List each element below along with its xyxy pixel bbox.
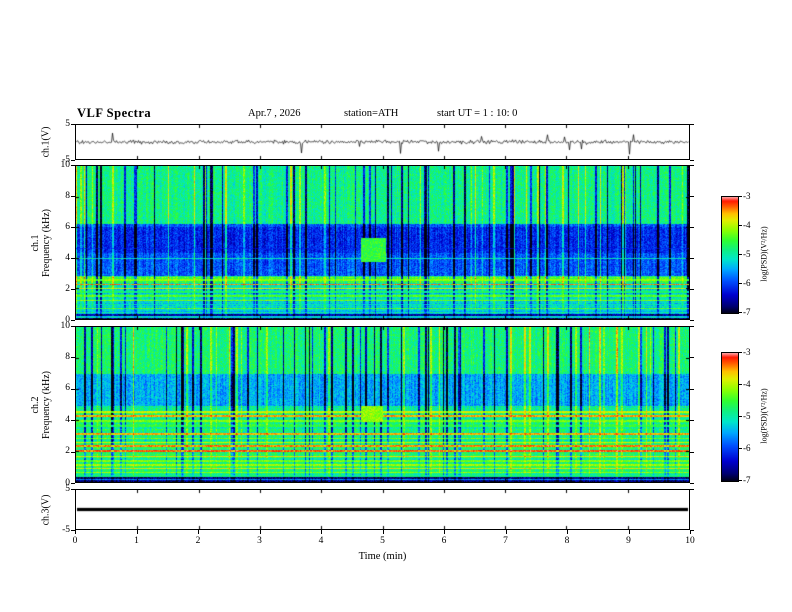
tick-mark (739, 448, 742, 449)
ch2-frequency-axis-label: ch.2 Frequency (kHz) (30, 370, 52, 438)
x-tick-label: 8 (564, 536, 570, 546)
ch2-spectrogram-canvas (76, 327, 689, 482)
time-axis-label: Time (min) (358, 551, 407, 562)
tick-mark (690, 357, 694, 358)
ch1-spectrogram-panel (75, 165, 690, 320)
x-tick-label: 6 (441, 536, 447, 546)
tick-mark (690, 124, 694, 125)
tick-mark (690, 389, 694, 390)
tick-mark (690, 420, 694, 421)
y-tick-label: -5 (62, 524, 70, 535)
x-tick-label: 1 (134, 536, 139, 546)
tick-mark (444, 530, 445, 534)
y-tick-label: 10 (60, 320, 71, 331)
x-tick-label: 0 (72, 536, 78, 546)
tick-mark (739, 254, 742, 255)
y-tick-label: 8 (65, 190, 70, 201)
ch1-colorbar-label: log(PSD)(V²/Hz) (759, 226, 769, 282)
ch2-colorbar (721, 352, 739, 482)
ch3-waveform-panel (75, 489, 690, 530)
x-tick-label: 7 (503, 536, 508, 546)
tick-mark (739, 352, 742, 353)
y-tick-label: 2 (65, 283, 70, 294)
colorbar-tick-label: -6 (743, 443, 751, 453)
tick-mark (137, 530, 138, 534)
tick-mark (383, 530, 384, 534)
tick-mark (71, 483, 75, 484)
tick-mark (690, 289, 694, 290)
tick-mark (690, 489, 694, 490)
ch1-waveform-panel (75, 124, 690, 160)
x-tick-label: 9 (626, 536, 631, 546)
y-tick-label: 0 (65, 477, 70, 488)
ch3-voltage-axis-label: ch.3(V) (40, 494, 52, 525)
header-date: Apr.7 , 2026 (248, 108, 301, 119)
tick-mark (198, 530, 199, 534)
tick-mark (71, 160, 75, 161)
ch1-colorbar (721, 196, 739, 314)
ch1-frequency-axis-label: ch.1 Frequency (kHz) (30, 208, 52, 276)
ch1-axis-unit: Frequency (kHz) (41, 208, 52, 277)
tick-mark (690, 326, 694, 327)
tick-mark (260, 530, 261, 534)
tick-mark (690, 320, 694, 321)
tick-mark (690, 258, 694, 259)
tick-mark (690, 160, 694, 161)
tick-mark (690, 227, 694, 228)
tick-mark (690, 452, 694, 453)
tick-mark (739, 480, 742, 481)
tick-mark (690, 165, 694, 166)
tick-mark (690, 530, 691, 534)
y-tick-label: 5 (65, 483, 70, 494)
colorbar-tick-label: -7 (743, 475, 751, 485)
colorbar-tick-label: -3 (743, 191, 751, 201)
ch1-axis-channel: ch.1 (30, 234, 41, 251)
tick-mark (629, 530, 630, 534)
y-tick-label: 2 (65, 446, 70, 457)
tick-mark (321, 530, 322, 534)
tick-mark (690, 196, 694, 197)
x-tick-label: 2 (195, 536, 201, 546)
tick-mark (739, 196, 742, 197)
ch1-spectrogram-canvas (76, 166, 689, 319)
tick-mark (506, 530, 507, 534)
ch1-waveform-canvas (76, 125, 689, 159)
ch2-spectrogram-panel (75, 326, 690, 483)
figure-title: VLF Spectra (77, 106, 152, 120)
header-start-ut: start UT = 1 : 10: 0 (437, 108, 518, 119)
tick-mark (71, 530, 75, 531)
tick-mark (739, 283, 742, 284)
tick-mark (690, 530, 694, 531)
x-tick-label: 10 (685, 536, 695, 546)
colorbar-tick-label: -7 (743, 307, 751, 317)
tick-mark (690, 483, 694, 484)
tick-mark (739, 312, 742, 313)
tick-mark (739, 384, 742, 385)
x-tick-label: 5 (380, 536, 385, 546)
x-tick-label: 4 (318, 536, 324, 546)
ch3-waveform-canvas (76, 490, 689, 529)
tick-mark (739, 416, 742, 417)
colorbar-tick-label: -3 (743, 347, 751, 357)
ch2-axis-unit: Frequency (kHz) (41, 370, 52, 439)
tick-mark (739, 225, 742, 226)
tick-mark (567, 530, 568, 534)
header-station: station=ATH (344, 108, 399, 119)
y-tick-label: 0 (65, 314, 70, 325)
vlf-spectra-figure: VLF Spectra Apr.7 , 2026 station=ATH sta… (0, 0, 792, 612)
ch1-voltage-axis-label: ch.1(V) (40, 126, 52, 158)
tick-mark (71, 320, 75, 321)
tick-mark (75, 530, 76, 534)
y-tick-label: 10 (60, 159, 71, 170)
x-tick-label: 3 (257, 536, 262, 546)
ch2-colorbar-label: log(PSD)(V²/Hz) (759, 388, 769, 444)
y-tick-label: 8 (65, 351, 70, 362)
ch2-axis-channel: ch.2 (30, 396, 41, 413)
